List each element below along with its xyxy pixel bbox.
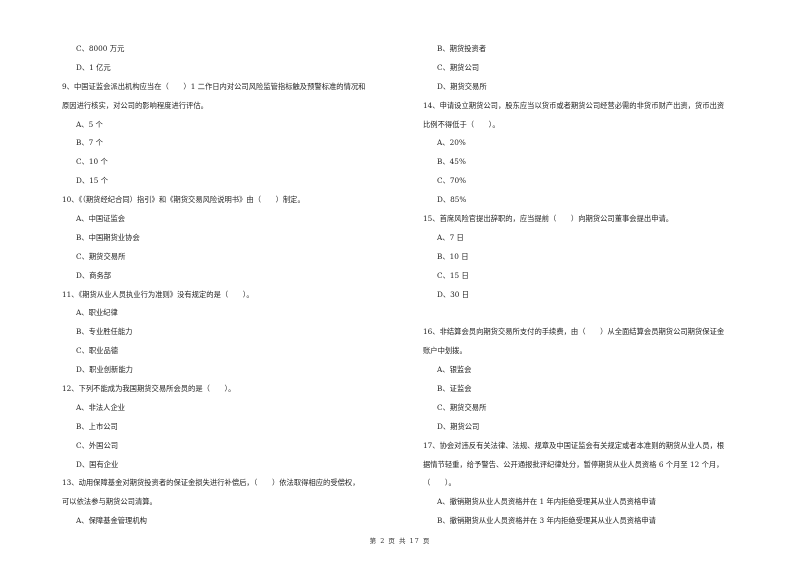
left-column: C、8000 万元 D、1 亿元 9、中国证监会派出机构应当在（ ）1 二作日内对公…	[62, 40, 407, 531]
answer-option: C、15 日	[437, 270, 469, 280]
question-text: 11、《期货从业人员执业行为准则》没有规定的是（ ）。	[62, 289, 254, 299]
answer-option: A、银监会	[437, 365, 472, 375]
answer-option: B、上市公司	[76, 421, 118, 431]
question-text: 17、协会对违反有关法律、法规、规章及中国证监会有关规定或者本准则的期货从业人员…	[423, 440, 725, 450]
answer-option: D、期货公司	[437, 421, 480, 431]
answer-option: D、85%	[437, 195, 467, 205]
answer-option: C、期货交易所	[76, 251, 126, 261]
answer-option: A、7 日	[437, 232, 464, 242]
question-text: 可以依法参与期货公司清算。	[62, 497, 157, 507]
answer-option: A、职业纪律	[76, 308, 118, 318]
answer-option: D、国有企业	[76, 459, 119, 469]
answer-option: B、撤销期货从业人员资格并在 3 年内拒绝受理其从业人员资格申请	[437, 516, 656, 526]
answer-option: B、45%	[437, 157, 466, 167]
question-text: 15、首席风险官提出辞职的，应当提前（ ）向期货公司董事会提出申请。	[423, 214, 674, 224]
answer-option: A、中国证监会	[76, 214, 126, 224]
question-text: 9、中国证监会派出机构应当在（ ）1 二作日内对公司风险监管指标触及预警标准的情…	[62, 81, 366, 91]
answer-option: C、职业品德	[76, 346, 119, 356]
page-number-label: 第 2 页 共 17 页	[369, 537, 431, 545]
answer-option: D、职业创新能力	[76, 365, 133, 375]
answer-option: B、期货投资者	[437, 44, 487, 53]
answer-option: B、中国期货业协会	[76, 232, 140, 242]
question-text: 16、非结算会员向期货交易所支付的手续费，由（ ）从全面结算会员期货公司期货保证…	[423, 327, 725, 337]
answer-option: C、10 个	[76, 157, 108, 167]
answer-option: C、外国公司	[76, 440, 119, 450]
answer-option: B、7 个	[76, 138, 103, 148]
question-text: 13、动用保障基金对期货投资者的保证金损失进行补偿后，（ ）依法取得相应的受偿权…	[62, 478, 360, 488]
answer-option: B、证监会	[437, 384, 472, 394]
answer-option: C、70%	[437, 176, 467, 186]
answer-option: D、期货交易所	[437, 81, 487, 91]
answer-option: A、撤销期货从业人员资格并在 1 年内拒绝受理其从业人员资格申请	[437, 497, 656, 507]
answer-option: A、非法人企业	[76, 402, 126, 412]
answer-option: D、15 个	[76, 176, 109, 186]
question-text: 原因进行核实，对公司的影响程度进行评估。	[62, 100, 208, 110]
answer-option: C、期货交易所	[437, 402, 487, 412]
answer-option: D、商务部	[76, 270, 112, 280]
question-text: 账户中划拨。	[423, 346, 467, 356]
answer-option: A、5 个	[76, 119, 103, 129]
answer-option: D、1 亿元	[76, 62, 111, 72]
question-text: 据情节轻重，给予警告、公开通报批评纪律处分，暂停期货从业人员资格 6 个月至 1…	[423, 459, 724, 469]
right-column: B、期货投资者 C、期货公司 D、期货交易所 14、申请设立期货公司，股东应当以货币或…	[423, 40, 768, 531]
page-footer: 第 2 页 共 17 页	[0, 535, 800, 545]
question-text: 14、申请设立期货公司，股东应当以货币或者期货公司经营必需的非货币财产出资，货币…	[423, 100, 725, 110]
question-text: （ ）。	[423, 478, 456, 488]
answer-option: D、30 日	[437, 289, 470, 299]
question-text: 比例不得低于（ ）。	[423, 119, 500, 129]
answer-option: A、保障基金管理机构	[76, 516, 147, 526]
answer-option: C、期货公司	[437, 62, 480, 72]
answer-option: C、8000 万元	[76, 44, 125, 53]
answer-option: A、20%	[437, 138, 466, 148]
answer-option: B、专业胜任能力	[76, 327, 133, 337]
question-text: 12、下列不能成为我国期货交易所会员的是（ ）。	[62, 384, 236, 394]
question-text: 10、《（期货经纪合同）指引》和《期货交易风险说明书》由（ ）制定。	[62, 195, 305, 205]
answer-option: B、10 日	[437, 251, 469, 261]
